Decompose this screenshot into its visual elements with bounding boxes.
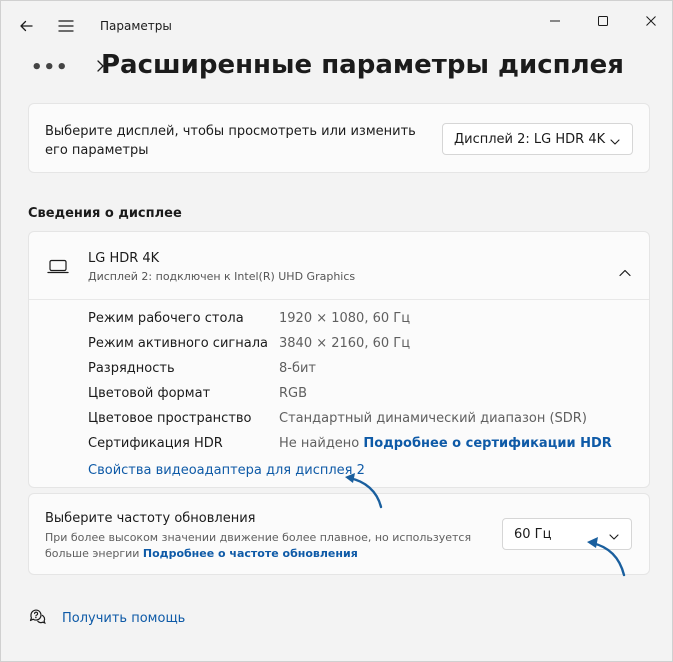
device-subtitle: Дисплей 2: подключен к Intel(R) UHD Grap…	[88, 270, 356, 283]
info-key: Цветовое пространство	[88, 411, 252, 426]
refresh-rate-link[interactable]: Подробнее о частоте обновления	[143, 547, 358, 560]
display-info-card: LG HDR 4K Дисплей 2: подключен к Intel(R…	[28, 231, 650, 488]
info-value: 3840 × 2160, 60 Гц	[279, 336, 411, 351]
refresh-rate-value: 60 Гц	[514, 526, 552, 542]
info-key: Разрядность	[88, 361, 175, 376]
info-value: RGB	[279, 386, 308, 401]
get-help-row[interactable]: Получить помощь	[28, 607, 185, 629]
display-info-header[interactable]: LG HDR 4K Дисплей 2: подключен к Intel(R…	[29, 232, 649, 300]
hdr-certification-link[interactable]: Подробнее о сертификации HDR	[363, 436, 611, 451]
chevron-down-icon	[610, 135, 620, 150]
close-icon[interactable]	[633, 9, 669, 33]
display-select-card: Выберите дисплей, чтобы просмотреть или …	[28, 103, 650, 173]
breadcrumb-overflow-button[interactable]: •••	[31, 57, 69, 78]
get-help-link[interactable]: Получить помощь	[62, 611, 185, 626]
breadcrumb: •••	[31, 49, 105, 85]
info-key: Режим рабочего стола	[88, 311, 244, 326]
chevron-up-icon[interactable]	[619, 262, 631, 281]
chevron-down-icon	[609, 530, 619, 545]
device-name: LG HDR 4K	[88, 251, 160, 266]
info-key: Цветовой формат	[88, 386, 211, 401]
info-value: 8-бит	[279, 361, 317, 376]
minimize-icon[interactable]	[537, 9, 573, 33]
title-bar: Параметры	[1, 1, 672, 51]
page-title: Расширенные параметры дисплея	[101, 50, 624, 80]
display-dropdown[interactable]: Дисплей 2: LG HDR 4K	[442, 123, 633, 155]
display-dropdown-value: Дисплей 2: LG HDR 4K	[454, 131, 606, 147]
refresh-rate-card: Выберите частоту обновления При более вы…	[28, 493, 650, 575]
adapter-properties-link[interactable]: Свойства видеоадаптера для дисплея 2	[88, 463, 365, 478]
info-value: Не найдено	[279, 436, 360, 451]
laptop-icon	[47, 259, 69, 279]
refresh-rate-dropdown[interactable]: 60 Гц	[502, 518, 632, 550]
info-value: Стандартный динамический диапазон (SDR)	[279, 411, 587, 426]
help-chat-icon	[28, 607, 46, 629]
settings-window: Параметры ••• Расширенные параметры дисп…	[0, 0, 673, 662]
refresh-rate-title: Выберите частоту обновления	[45, 511, 256, 526]
info-key: Сертификация HDR	[88, 436, 223, 451]
maximize-icon[interactable]	[585, 9, 621, 33]
info-value-wrap: Не найдено Подробнее о сертификации HDR	[279, 436, 612, 451]
refresh-rate-description: При более высоком значении движение боле…	[45, 530, 475, 562]
section-title: Сведения о дисплее	[28, 206, 182, 221]
back-arrow-icon[interactable]	[15, 15, 37, 37]
info-value: 1920 × 1080, 60 Гц	[279, 311, 411, 326]
display-select-label: Выберите дисплей, чтобы просмотреть или …	[45, 124, 416, 158]
info-key: Режим активного сигнала	[88, 336, 268, 351]
window-title: Параметры	[100, 19, 172, 33]
hamburger-icon[interactable]	[55, 15, 77, 37]
